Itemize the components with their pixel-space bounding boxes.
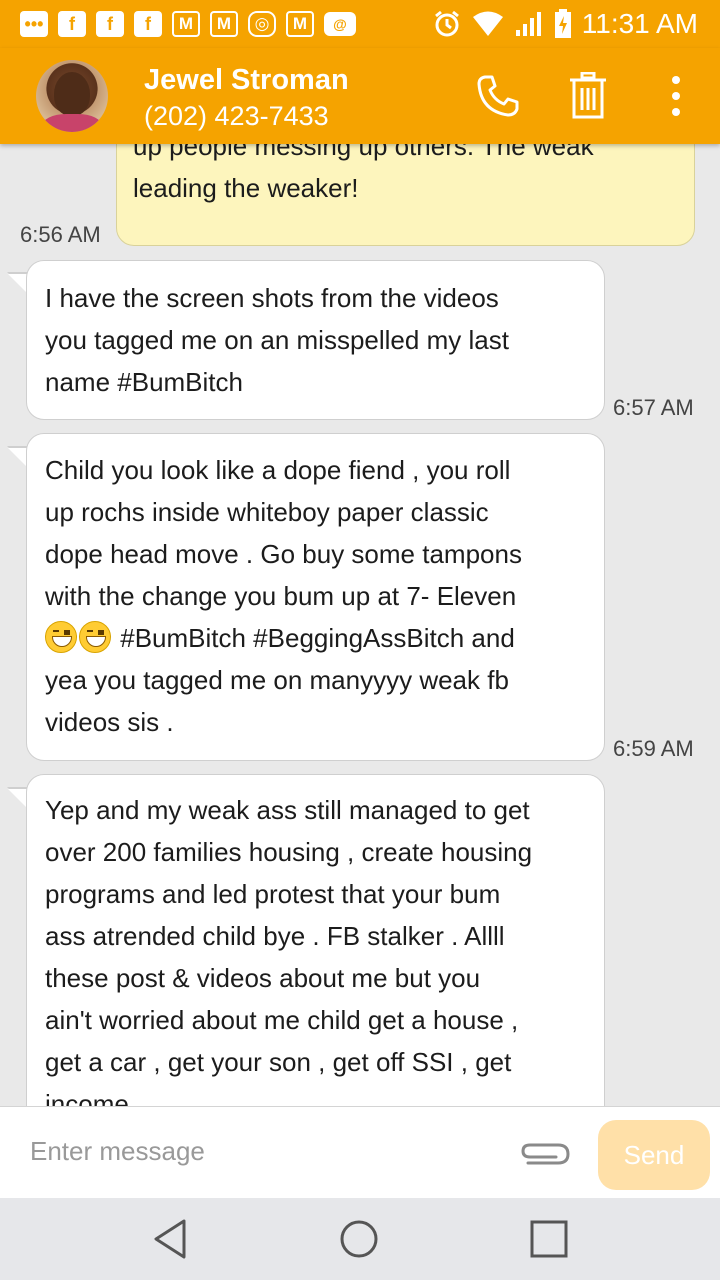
message-line: these post & videos about me but you xyxy=(45,963,481,993)
phone-icon xyxy=(477,75,519,117)
back-button[interactable] xyxy=(142,1214,198,1264)
facebook-icon: f xyxy=(96,11,124,37)
message-line: with the change you bum up at 7- Eleven xyxy=(45,581,517,611)
message-line: I have the screen shots from the videos xyxy=(45,283,499,313)
alarm-icon xyxy=(434,10,459,37)
outgoing-message-bubble[interactable]: up people messing up others. The weak le… xyxy=(116,144,695,246)
message-timestamp: 6:59 AM xyxy=(613,736,694,761)
message-line: get a car , get your son , get off SSI ,… xyxy=(45,1047,512,1077)
message-line: Yep and my weak ass still managed to get xyxy=(45,795,530,825)
message-line: leading the weaker! xyxy=(133,173,359,203)
message-line: #BumBitch #BeggingAssBitch and xyxy=(45,617,586,659)
delete-button[interactable] xyxy=(564,72,612,120)
incoming-message-bubble[interactable]: Child you look like a dope fiend , you r… xyxy=(26,433,605,761)
grinning-face-emoji xyxy=(79,621,111,653)
message-line: yea you tagged me on manyyyy weak fb xyxy=(45,665,509,695)
message-line: ass atrended child bye . FB stalker . Al… xyxy=(45,921,505,951)
message-line: ain't worried about me child get a house… xyxy=(45,1005,519,1035)
paperclip-icon xyxy=(521,1143,570,1165)
facebook-icon: f xyxy=(134,11,162,37)
message-line: up rochs inside whiteboy paper classic xyxy=(45,497,489,527)
incoming-message-bubble[interactable]: Yep and my weak ass still managed to get… xyxy=(26,774,605,1106)
contact-name: Jewel Stroman xyxy=(144,64,349,96)
more-vertical-icon xyxy=(672,76,680,116)
incoming-message-bubble[interactable]: I have the screen shots from the videos … xyxy=(26,260,605,420)
signal-icon xyxy=(515,12,541,36)
email-icon: @ xyxy=(324,12,356,36)
message-line: income xyxy=(45,1089,129,1106)
system-icons: 11:31 AM xyxy=(432,0,698,48)
trash-icon xyxy=(570,72,606,119)
message-composer: Send xyxy=(0,1106,720,1198)
gmail-icon: M xyxy=(172,11,200,37)
conversation-header: Jewel Stroman (202) 423-7433 xyxy=(0,48,720,144)
navigation-bar xyxy=(0,1198,720,1280)
message-line: you tagged me on an misspelled my last xyxy=(45,325,509,355)
call-button[interactable] xyxy=(474,72,522,120)
message-line: videos sis . xyxy=(45,707,174,737)
home-button[interactable] xyxy=(331,1214,387,1264)
send-button[interactable]: Send xyxy=(598,1120,710,1190)
grinning-face-emoji xyxy=(45,621,77,653)
message-timestamp: 6:56 AM xyxy=(20,222,101,247)
message-line: programs and led protest that your bum xyxy=(45,879,501,909)
more-options-button[interactable] xyxy=(652,72,700,120)
contact-avatar[interactable] xyxy=(36,60,108,132)
contact-phone: (202) 423-7433 xyxy=(144,101,329,131)
facebook-icon: f xyxy=(58,11,86,37)
status-time: 11:31 AM xyxy=(581,8,698,39)
status-bar: ••• f f f M M ◎ M @ 11:31 AM xyxy=(0,0,720,48)
instagram-icon: ◎ xyxy=(248,11,276,37)
message-line: over 200 families housing , create housi… xyxy=(45,837,533,867)
home-icon xyxy=(340,1220,378,1258)
message-list[interactable]: up people messing up others. The weak le… xyxy=(0,144,720,1106)
chat-bubble-icon: ••• xyxy=(20,11,48,37)
message-line: Child you look like a dope fiend , you r… xyxy=(45,455,511,485)
message-line: dope head move . Go buy some tampons xyxy=(45,539,522,569)
wifi-icon xyxy=(472,11,503,36)
notification-icons: ••• f f f M M ◎ M @ xyxy=(0,11,356,37)
message-line: up people messing up others. The weak xyxy=(133,144,594,161)
message-line-text: #BumBitch #BeggingAssBitch and xyxy=(120,623,515,653)
message-input[interactable] xyxy=(14,1123,504,1179)
recents-icon xyxy=(530,1220,568,1258)
battery-icon xyxy=(554,9,571,38)
gmail-icon: M xyxy=(210,11,238,37)
back-icon xyxy=(154,1219,186,1259)
gmail-icon: M xyxy=(286,11,314,37)
recents-button[interactable] xyxy=(521,1214,577,1264)
attach-button[interactable] xyxy=(514,1133,574,1173)
message-timestamp: 6:57 AM xyxy=(613,395,694,420)
message-line: name #BumBitch xyxy=(45,367,243,397)
